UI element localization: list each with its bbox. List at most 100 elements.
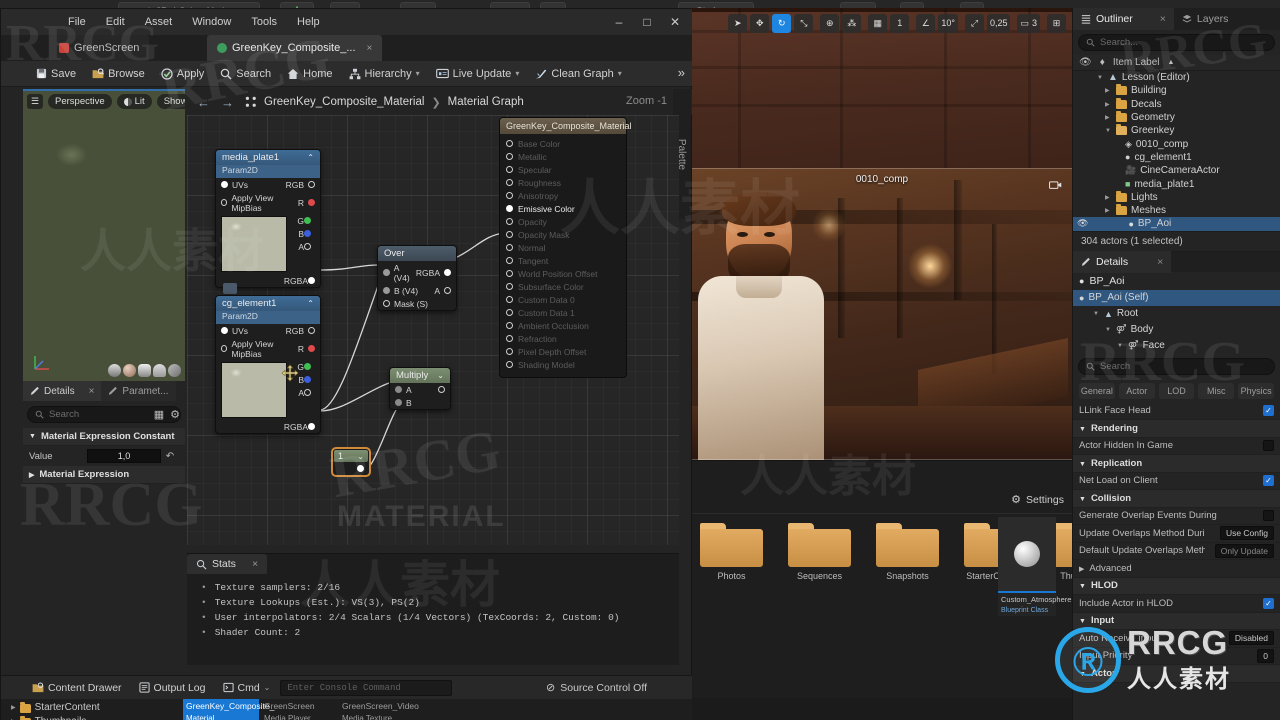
grid-snap-value[interactable]: 1 bbox=[890, 13, 910, 33]
dropdown[interactable]: Disabled bbox=[1228, 631, 1274, 646]
cmd-button[interactable]: Cmd ⌄ bbox=[216, 679, 278, 697]
output-pin-icon[interactable] bbox=[357, 465, 364, 472]
dropdown[interactable]: Use Config bbox=[1219, 526, 1274, 541]
pin-opacity[interactable]: Opacity bbox=[500, 215, 626, 228]
tab-layers[interactable]: Layers bbox=[1174, 8, 1237, 30]
checkbox[interactable]: ✓ bbox=[1263, 475, 1274, 487]
menu-asset[interactable]: Asset bbox=[136, 13, 182, 31]
tab-outliner[interactable]: Outliner × bbox=[1073, 8, 1174, 30]
output-pin-a-icon[interactable] bbox=[304, 389, 311, 396]
tree-item-thumbnails[interactable]: ▶ Thumbnails bbox=[11, 715, 100, 720]
tab-close-icon[interactable]: × bbox=[367, 43, 373, 54]
pin-icon[interactable] bbox=[506, 205, 513, 212]
tab-greenkey-composite[interactable]: GreenKey_Composite_... × bbox=[207, 35, 383, 61]
column-label-item[interactable]: Item Label bbox=[1113, 57, 1160, 68]
asset-greenscreen-video[interactable]: GreenScreen_Video Media Texture bbox=[339, 699, 419, 720]
node-material-output[interactable]: GreenKey_Composite_Material Base Color M… bbox=[499, 117, 632, 378]
browse-button[interactable]: Browse bbox=[85, 65, 152, 83]
tab-close-icon[interactable]: × bbox=[1160, 13, 1166, 25]
outliner-item-lights[interactable]: ▶ Lights bbox=[1073, 190, 1280, 204]
chevron-right-icon[interactable]: ▶ bbox=[1105, 101, 1112, 108]
content-drawer-button[interactable]: Content Drawer bbox=[25, 679, 129, 697]
folder-sequences[interactable]: Sequences bbox=[788, 523, 851, 581]
prop-auto-receive-input[interactable]: Auto Receive Input Disabled bbox=[1073, 630, 1280, 648]
collapse-icon[interactable]: ⌃ bbox=[307, 153, 314, 162]
shape-cube-icon[interactable] bbox=[153, 364, 166, 377]
filter-misc[interactable]: Misc bbox=[1198, 382, 1235, 399]
rotate-tool-button[interactable]: ↻ bbox=[772, 13, 792, 33]
show-chip[interactable]: Show bbox=[156, 94, 185, 109]
pin-icon[interactable] bbox=[506, 309, 513, 316]
eye-icon[interactable]: 👁 bbox=[1077, 218, 1088, 229]
pin-icon[interactable] bbox=[506, 218, 513, 225]
component-root[interactable]: ▼ ▲ Root bbox=[1073, 306, 1280, 322]
toolbar-overflow-button[interactable]: » bbox=[674, 65, 689, 80]
prop-generate-overlap-events[interactable]: Generate Overlap Events During Level Str… bbox=[1073, 508, 1280, 526]
checkbox[interactable] bbox=[1263, 440, 1274, 452]
outliner-item-cinecameraactor[interactable]: 🎥 CineCameraActor bbox=[1073, 164, 1280, 177]
pin-icon[interactable] bbox=[506, 283, 513, 290]
pin-icon[interactable]: ♦ bbox=[1100, 57, 1105, 68]
value-field[interactable]: 0 bbox=[1257, 648, 1274, 663]
output-pin-rgba-icon[interactable] bbox=[308, 423, 315, 430]
viewport-layout-button[interactable]: ⊞ bbox=[1047, 13, 1066, 33]
reset-icon[interactable]: ↶ bbox=[161, 451, 179, 462]
prop-net-load-on-client[interactable]: Net Load on Client ✓ bbox=[1073, 473, 1280, 491]
component-bp-aoi-self[interactable]: ● BP_Aoi (Self) bbox=[1073, 289, 1280, 306]
collapse-icon[interactable]: ⌃ bbox=[307, 299, 314, 308]
input-pin-icon[interactable] bbox=[221, 181, 228, 188]
pin-icon[interactable] bbox=[506, 270, 513, 277]
pin-icon[interactable] bbox=[506, 244, 513, 251]
pin-icon[interactable] bbox=[506, 231, 513, 238]
apply-button[interactable]: Apply bbox=[154, 65, 212, 83]
asset-greenkey-composite[interactable]: GreenKey_Composite_ Material bbox=[183, 699, 274, 720]
outliner-item-meshes[interactable]: ▶ Meshes bbox=[1073, 204, 1280, 217]
angle-snap-value[interactable]: 10° bbox=[938, 13, 958, 33]
pin-icon[interactable] bbox=[506, 348, 513, 355]
source-control-status[interactable]: ⊘ Source Control Off bbox=[546, 681, 647, 695]
prop-include-actor-in-hlod[interactable]: Include Actor in HLOD ✓ bbox=[1073, 595, 1280, 613]
stats-close-icon[interactable]: × bbox=[252, 558, 258, 570]
material-preview-viewport[interactable]: ☰ Perspective Lit Show bbox=[23, 89, 185, 381]
chevron-down-icon[interactable]: ▼ bbox=[1093, 311, 1100, 317]
lighting-chip[interactable]: Lit bbox=[116, 94, 152, 109]
pin-specular[interactable]: Specular bbox=[500, 163, 626, 176]
tab-close-icon[interactable]: × bbox=[1157, 256, 1163, 268]
dropdown[interactable]: Only Update bbox=[1214, 543, 1274, 558]
prop-category-advanced[interactable]: ▶ Advanced bbox=[1073, 560, 1280, 578]
pin-icon[interactable] bbox=[506, 257, 513, 264]
chevron-right-icon[interactable]: ▶ bbox=[1105, 194, 1112, 201]
pin-custom-data-0[interactable]: Custom Data 0 bbox=[500, 293, 626, 306]
prop-input-priority[interactable]: Input Priority 0 bbox=[1073, 648, 1280, 666]
chevron-down-icon[interactable]: ▼ bbox=[1105, 327, 1112, 333]
hierarchy-button[interactable]: Hierarchy ▾ bbox=[342, 65, 427, 83]
filter-actor[interactable]: Actor bbox=[1118, 382, 1155, 399]
tab-greenscreen[interactable]: GreenScreen bbox=[49, 35, 150, 61]
tab-details[interactable]: Details × bbox=[23, 381, 102, 401]
prop-category-hlod[interactable]: ▼ HLOD bbox=[1073, 577, 1280, 596]
viewport-menu-icon[interactable]: ☰ bbox=[27, 94, 43, 109]
tree-item-startercontent[interactable]: ▶ StarterContent bbox=[11, 701, 100, 715]
chevron-down-icon[interactable]: ▼ bbox=[1105, 128, 1112, 134]
folder-snapshots[interactable]: Snapshots bbox=[876, 523, 939, 581]
chevron-down-icon[interactable]: ⌄ bbox=[437, 371, 444, 380]
output-pin-r-icon[interactable] bbox=[308, 199, 315, 206]
details-search-input[interactable]: Search bbox=[1078, 357, 1275, 375]
outliner-search-input[interactable]: Search... bbox=[1078, 34, 1275, 51]
chevron-right-icon[interactable]: ▶ bbox=[1105, 87, 1112, 94]
pin-custom-data-1[interactable]: Custom Data 1 bbox=[500, 306, 626, 319]
menu-edit[interactable]: Edit bbox=[97, 13, 134, 31]
prop-category-actor[interactable]: ▼ Actor bbox=[1073, 665, 1280, 683]
node-multiply[interactable]: Multiply ⌄ A B bbox=[389, 367, 451, 410]
home-button[interactable]: Home bbox=[280, 65, 339, 83]
maximize-button[interactable]: □ bbox=[633, 9, 661, 35]
outliner-item-geometry[interactable]: ▶ Geometry bbox=[1073, 111, 1280, 124]
tab-parameters[interactable]: Paramet... bbox=[101, 381, 176, 401]
scale-tool-button[interactable]: ⤡ bbox=[794, 13, 814, 33]
menu-help[interactable]: Help bbox=[288, 13, 329, 31]
output-pin-b-icon[interactable] bbox=[304, 230, 311, 237]
prop-llink-face-head[interactable]: LLink Face Head ✓ bbox=[1073, 403, 1280, 421]
input-pin-icon[interactable] bbox=[383, 269, 390, 276]
pin-ambient-occlusion[interactable]: Ambient Occlusion bbox=[500, 319, 626, 332]
close-button[interactable]: ✕ bbox=[661, 9, 689, 35]
